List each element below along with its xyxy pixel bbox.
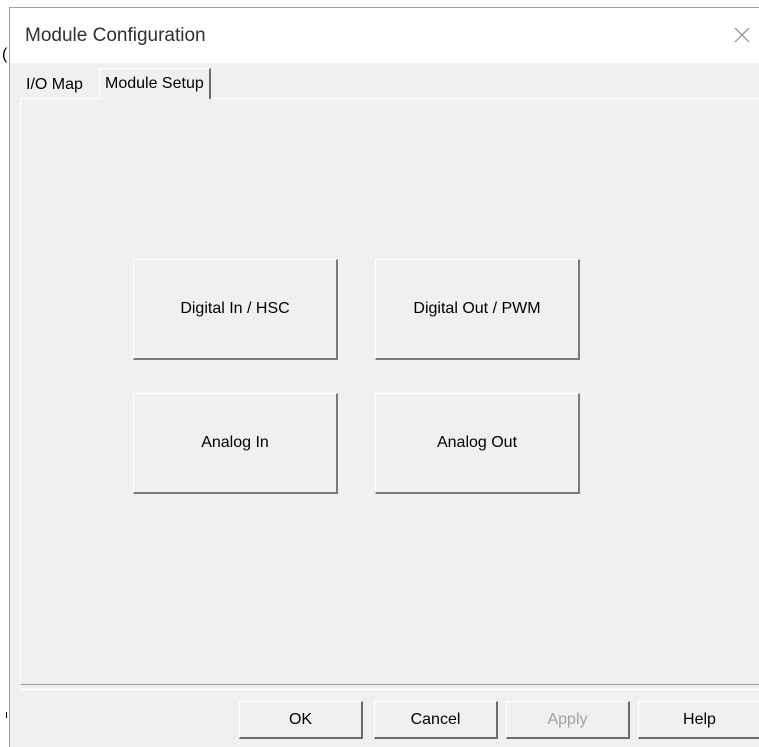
module-configuration-dialog: Module Configuration I/O Map Module Setu… xyxy=(9,7,759,747)
cancel-label: Cancel xyxy=(410,710,461,728)
apply-button[interactable]: Apply xyxy=(506,701,630,739)
ok-label: OK xyxy=(288,710,313,728)
analog-out-button[interactable]: Analog Out xyxy=(375,393,580,494)
cancel-button[interactable]: Cancel xyxy=(374,701,498,739)
apply-label: Apply xyxy=(547,710,588,728)
tab-module-setup[interactable]: Module Setup xyxy=(99,68,211,99)
background-tick xyxy=(6,712,7,718)
close-icon[interactable] xyxy=(732,25,752,45)
tab-strip: I/O Map Module Setup xyxy=(10,68,759,99)
help-label: Help xyxy=(683,710,716,728)
footer-separator xyxy=(20,689,759,690)
help-button[interactable]: Help xyxy=(638,701,759,739)
digital-in-hsc-label: Digital In / HSC xyxy=(180,300,290,317)
background-partial-glyph: ( xyxy=(2,46,8,63)
digital-in-hsc-button[interactable]: Digital In / HSC xyxy=(133,259,338,360)
tab-io-map[interactable]: I/O Map xyxy=(21,73,88,97)
digital-out-pwm-label: Digital Out / PWM xyxy=(413,300,541,317)
analog-out-label: Analog Out xyxy=(436,434,518,451)
title-bar: Module Configuration xyxy=(10,8,759,63)
digital-out-pwm-button[interactable]: Digital Out / PWM xyxy=(375,259,580,360)
analog-in-button[interactable]: Analog In xyxy=(133,393,338,494)
analog-in-label: Analog In xyxy=(201,434,269,451)
module-setup-panel: Digital In / HSC Digital Out / PWM Analo… xyxy=(20,98,759,685)
ok-button[interactable]: OK xyxy=(239,701,363,739)
window-title: Module Configuration xyxy=(25,25,206,46)
